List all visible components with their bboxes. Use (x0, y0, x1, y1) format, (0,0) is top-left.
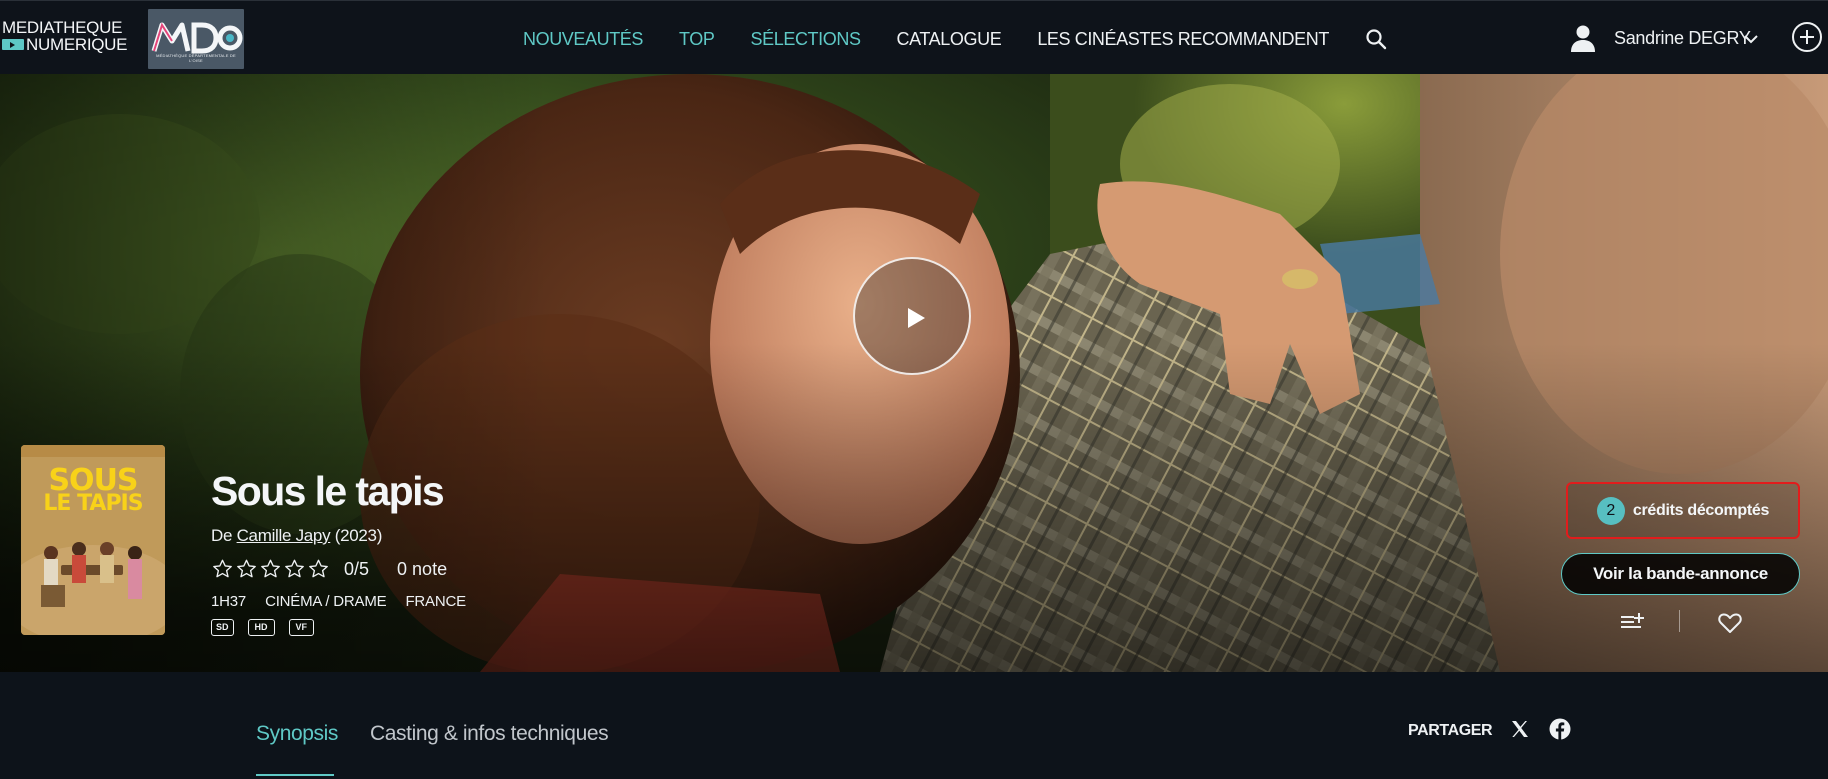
credits-label: crédits décomptés (1632, 501, 1770, 519)
badge-hd: HD (247, 619, 275, 636)
rating-score: 0/5 (344, 558, 370, 579)
partner-logo[interactable]: MÉDIATHÈQUE DÉPARTEMENTALE DE L'OISE (148, 9, 244, 69)
credits-count: 2 (1596, 496, 1625, 525)
logo-line2-row: NUMERIQUE (2, 36, 132, 53)
film-meta: 1H37 CINÉMA / DRAME FRANCE (211, 593, 485, 610)
rating-count: 0 note (397, 558, 448, 579)
director-link[interactable]: Camille Japy (237, 526, 331, 545)
film-title: Sous le tapis (211, 468, 445, 514)
film-credits-line: De Camille Japy (2023) (211, 526, 382, 546)
nav-item-catalogue[interactable]: CATALOGUE (897, 29, 1002, 50)
main-menu: NOUVEAUTÉS TOP SÉLECTIONS CATALOGUE LES … (523, 28, 1387, 50)
facebook-icon[interactable] (1549, 718, 1571, 740)
nav-item-nouveautes[interactable]: NOUVEAUTÉS (523, 29, 643, 50)
film-country: FRANCE (405, 593, 466, 610)
detail-tabs-bar: Synopsis Casting & infos techniques PART… (0, 672, 1828, 779)
play-mark-icon (2, 39, 24, 50)
film-actions (1600, 610, 1800, 634)
mediatheque-logo[interactable]: MEDIATHEQUE NUMERIQUE (2, 19, 132, 53)
tab-casting[interactable]: Casting & infos techniques (370, 722, 609, 746)
rating-stars[interactable] (211, 558, 331, 580)
logo-line2: NUMERIQUE (26, 35, 128, 54)
trailer-button[interactable]: Voir la bande-annonce (1561, 553, 1800, 595)
x-icon[interactable] (1510, 719, 1530, 739)
rating-row: 0/5 0 note (211, 558, 447, 580)
star-icon[interactable] (211, 558, 234, 580)
film-info: Sous le tapis De Camille Japy (2023) 0/5… (211, 468, 466, 636)
user-menu: Sandrine DEGRY (1548, 1, 1828, 75)
film-hero-banner: SOUS LE TAPIS Sous le tapis De Camille J… (0, 74, 1828, 672)
playlist-add-icon[interactable] (1620, 612, 1644, 632)
partner-logo-subtitle: MÉDIATHÈQUE DÉPARTEMENTALE DE L'OISE (156, 53, 236, 63)
user-name[interactable]: Sandrine DEGRY (1614, 28, 1751, 49)
star-icon[interactable] (259, 558, 282, 580)
plus-circle-icon[interactable] (1792, 22, 1822, 52)
tab-synopsis[interactable]: Synopsis (256, 722, 338, 776)
star-icon[interactable] (235, 558, 258, 580)
star-icon[interactable] (283, 558, 306, 580)
by-prefix: De (211, 526, 233, 545)
nav-item-cineastes-recommandent[interactable]: LES CINÉASTES RECOMMANDENT (1037, 29, 1329, 50)
badge-sd: SD (211, 619, 234, 636)
search-icon[interactable] (1365, 28, 1387, 50)
user-icon[interactable] (1569, 24, 1597, 52)
film-duration: 1H37 (211, 593, 247, 610)
chevron-down-icon[interactable] (1743, 31, 1759, 47)
play-icon[interactable] (853, 257, 971, 375)
film-year: (2023) (334, 526, 383, 545)
nav-item-top[interactable]: TOP (679, 29, 715, 50)
badge-vf: VF (288, 619, 315, 636)
share-label: PARTAGER (1408, 722, 1493, 739)
actions-divider (1679, 610, 1680, 632)
format-badges: SD HD VF (211, 619, 328, 636)
film-poster[interactable]: SOUS LE TAPIS (21, 445, 165, 635)
poster-title-line2: LE TAPIS (43, 491, 143, 516)
logo-line1: MEDIATHEQUE (2, 18, 123, 37)
credits-counter: 2 crédits décomptés (1566, 482, 1800, 539)
film-genre: CINÉMA / DRAME (265, 593, 387, 610)
star-icon[interactable] (307, 558, 330, 580)
heart-icon[interactable] (1718, 612, 1742, 634)
top-navigation-bar: MEDIATHEQUE NUMERIQUE MÉDIATHÈQUE DÉPART… (0, 0, 1828, 74)
nav-item-selections[interactable]: SÉLECTIONS (751, 29, 861, 50)
